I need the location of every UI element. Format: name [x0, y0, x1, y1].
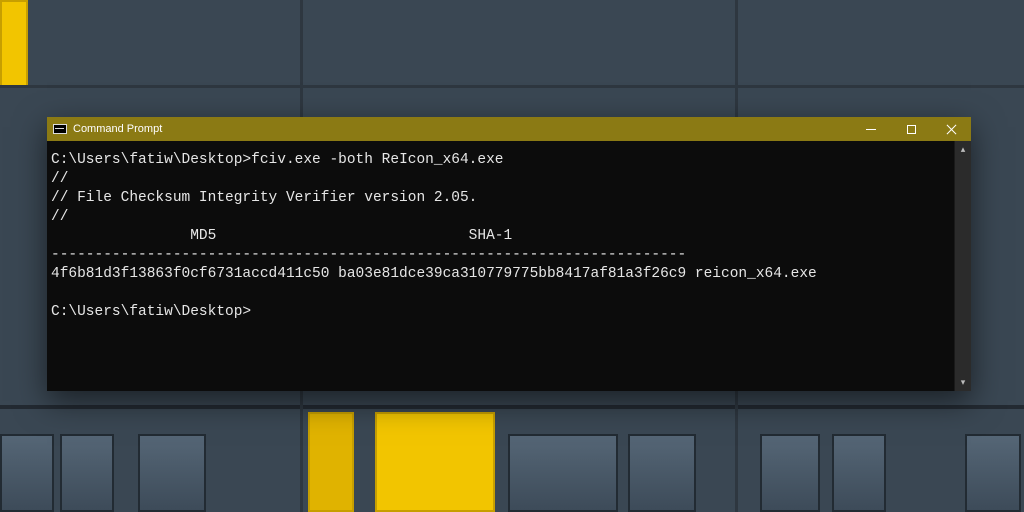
scroll-down-button[interactable]: ▾ — [955, 374, 972, 391]
cmd-system-icon — [53, 124, 67, 134]
minimize-button[interactable] — [851, 117, 891, 141]
maximize-button[interactable] — [891, 117, 931, 141]
minimize-icon — [866, 129, 876, 130]
prompt-path: C:\Users\fatiw\Desktop> — [51, 304, 251, 320]
prompt-command: fciv.exe -both ReIcon_x64.exe — [251, 152, 503, 168]
output-line: // File Checksum Integrity Verifier vers… — [51, 190, 477, 206]
window-titlebar[interactable]: Command Prompt — [47, 117, 971, 141]
output-line: // — [51, 209, 68, 225]
close-button[interactable] — [931, 117, 971, 141]
hash-header: MD5 SHA-1 — [51, 228, 512, 244]
scroll-up-button[interactable]: ▴ — [955, 141, 972, 158]
hash-result-line: 4f6b81d3f13863f0cf6731accd411c50 ba03e81… — [51, 266, 817, 282]
separator-line: ----------------------------------------… — [51, 247, 686, 263]
maximize-icon — [907, 125, 916, 134]
close-icon — [946, 124, 957, 135]
chevron-down-icon: ▾ — [961, 377, 966, 388]
output-line: // — [51, 171, 68, 187]
vertical-scrollbar[interactable]: ▴ ▾ — [954, 141, 971, 391]
terminal-output[interactable]: C:\Users\fatiw\Desktop>fciv.exe -both Re… — [47, 141, 954, 391]
chevron-up-icon: ▴ — [961, 144, 966, 155]
prompt-path: C:\Users\fatiw\Desktop> — [51, 152, 251, 168]
window-client-area: C:\Users\fatiw\Desktop>fciv.exe -both Re… — [47, 141, 971, 391]
window-title: Command Prompt — [73, 123, 162, 135]
command-prompt-window: Command Prompt C:\Users\fatiw\Desktop>fc… — [47, 117, 971, 391]
